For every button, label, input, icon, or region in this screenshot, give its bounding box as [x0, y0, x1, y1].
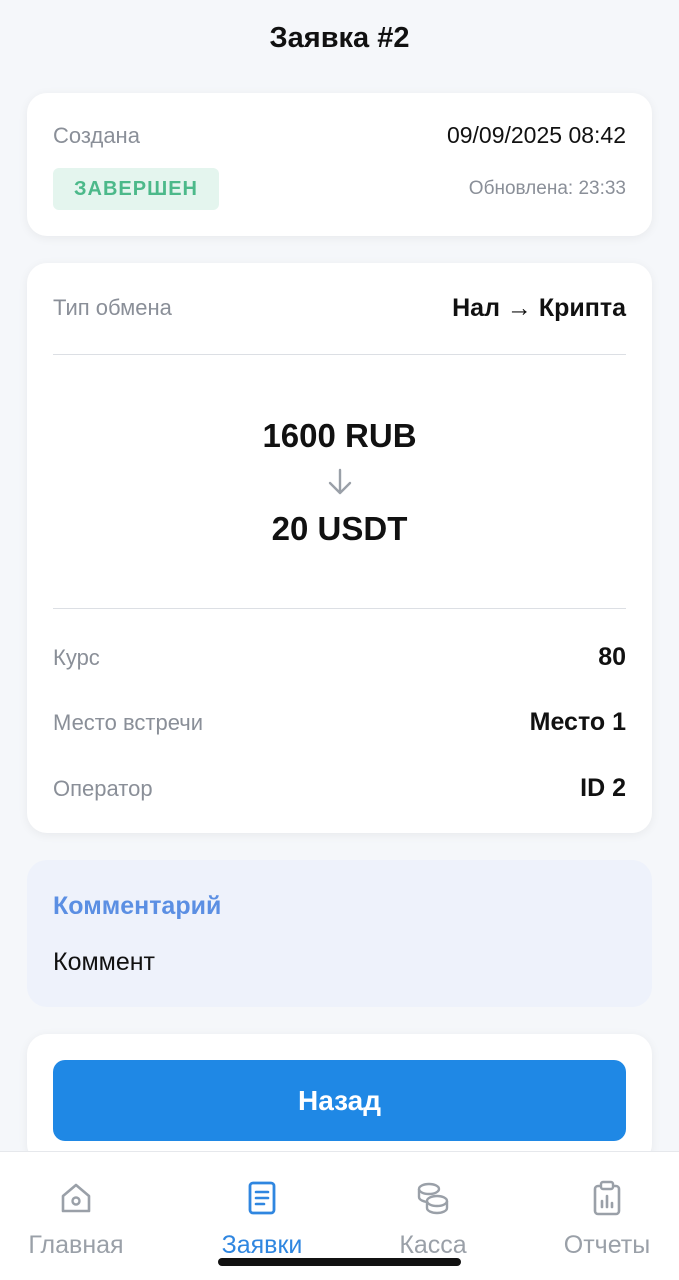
rate-value: 80 — [598, 643, 626, 671]
comment-text: Коммент — [53, 948, 156, 976]
page-title: Заявка #2 — [269, 22, 410, 54]
divider — [53, 608, 626, 609]
tab-reports[interactable]: Отчеты — [522, 1152, 679, 1262]
divider — [53, 354, 626, 355]
updated-time: Обновлена: 23:33 — [468, 178, 626, 199]
details-card: Тип обмена Нал → Крипта 1600 RUB 20 USDT… — [27, 263, 652, 833]
tab-orders[interactable]: Заявки — [177, 1152, 347, 1262]
home-indicator — [218, 1258, 461, 1266]
tab-label: Главная — [28, 1231, 124, 1259]
tab-cash[interactable]: Касса — [348, 1152, 518, 1262]
comment-card: Комментарий Коммент — [27, 860, 652, 1007]
created-date: 09/09/2025 08:42 — [446, 122, 626, 148]
status-card: Создана 09/09/2025 08:42 ЗАВЕРШЕН Обновл… — [27, 93, 652, 236]
home-icon — [61, 1183, 91, 1213]
button-card: Назад — [27, 1034, 652, 1164]
operator-label: Оператор — [53, 776, 153, 801]
operator-value: ID 2 — [580, 774, 626, 802]
exchange-type-label: Тип обмена — [53, 295, 172, 320]
rate-label: Курс — [53, 645, 100, 670]
document-icon — [248, 1181, 276, 1215]
back-button[interactable]: Назад — [53, 1060, 626, 1141]
arrow-down-icon — [328, 468, 352, 495]
status-badge: ЗАВЕРШЕН — [53, 168, 219, 210]
amount-from: 1600 RUB — [262, 417, 417, 454]
exchange-type-value: Нал → Крипта — [452, 294, 626, 322]
report-clipboard-icon — [593, 1180, 621, 1216]
coins-icon — [417, 1182, 449, 1215]
meeting-place-label: Место встречи — [53, 710, 203, 735]
comment-title: Комментарий — [53, 892, 222, 920]
tab-label: Касса — [399, 1231, 467, 1259]
created-label: Создана — [53, 123, 140, 148]
order-details-screen: Заявка #2 Создана 09/09/2025 08:42 ЗАВЕР… — [0, 0, 679, 1280]
meeting-place-value: Место 1 — [529, 708, 626, 736]
tab-label: Отчеты — [563, 1231, 651, 1259]
amount-to: 20 USDT — [271, 510, 408, 547]
tab-home[interactable]: Главная — [0, 1152, 161, 1262]
tab-label: Заявки — [221, 1231, 303, 1259]
